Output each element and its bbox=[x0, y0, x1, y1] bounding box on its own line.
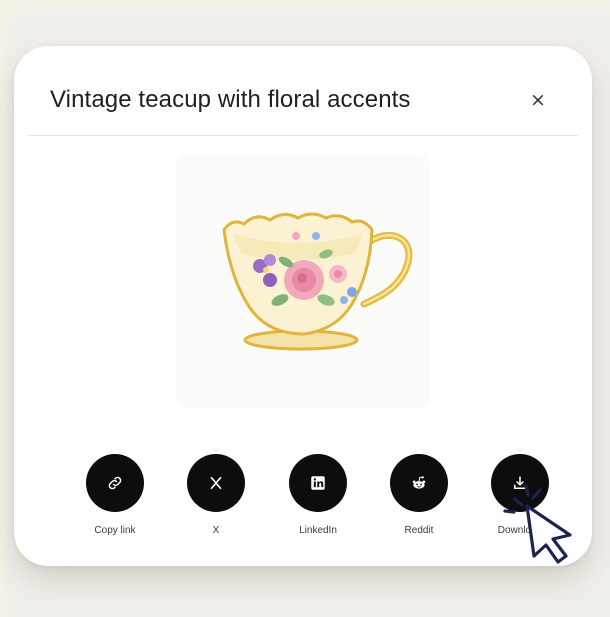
share-option-copy-link[interactable]: Copy link bbox=[70, 454, 160, 536]
image-preview bbox=[176, 154, 430, 408]
reddit-icon bbox=[412, 476, 426, 489]
reddit-share-button[interactable] bbox=[390, 454, 448, 512]
reddit-label: Reddit bbox=[404, 525, 434, 536]
download-button[interactable] bbox=[491, 454, 549, 512]
download-label: Download bbox=[497, 525, 543, 536]
x-share-button[interactable] bbox=[187, 454, 245, 512]
teacup-illustration bbox=[222, 212, 413, 351]
x-logo-icon bbox=[210, 476, 222, 490]
x-label: X bbox=[212, 525, 220, 536]
copy-link-button[interactable] bbox=[86, 454, 144, 512]
share-option-download[interactable]: Download bbox=[475, 454, 565, 536]
share-option-x[interactable]: X bbox=[171, 454, 261, 536]
linkedin-label: LinkedIn bbox=[299, 525, 337, 536]
header-divider bbox=[28, 135, 578, 136]
linkedin-share-button[interactable] bbox=[289, 454, 347, 512]
close-button[interactable]: × bbox=[524, 86, 552, 114]
copy-link-label: Copy link bbox=[94, 525, 136, 536]
linkedin-icon bbox=[311, 476, 325, 490]
share-option-reddit[interactable]: Reddit bbox=[374, 454, 464, 536]
link-icon bbox=[108, 476, 122, 490]
download-icon bbox=[514, 476, 526, 489]
share-option-linkedin[interactable]: LinkedIn bbox=[273, 454, 363, 536]
dialog-title: Vintage teacup with floral accents bbox=[50, 86, 411, 113]
share-dialog: Vintage teacup with floral accents × Cop… bbox=[14, 46, 592, 566]
